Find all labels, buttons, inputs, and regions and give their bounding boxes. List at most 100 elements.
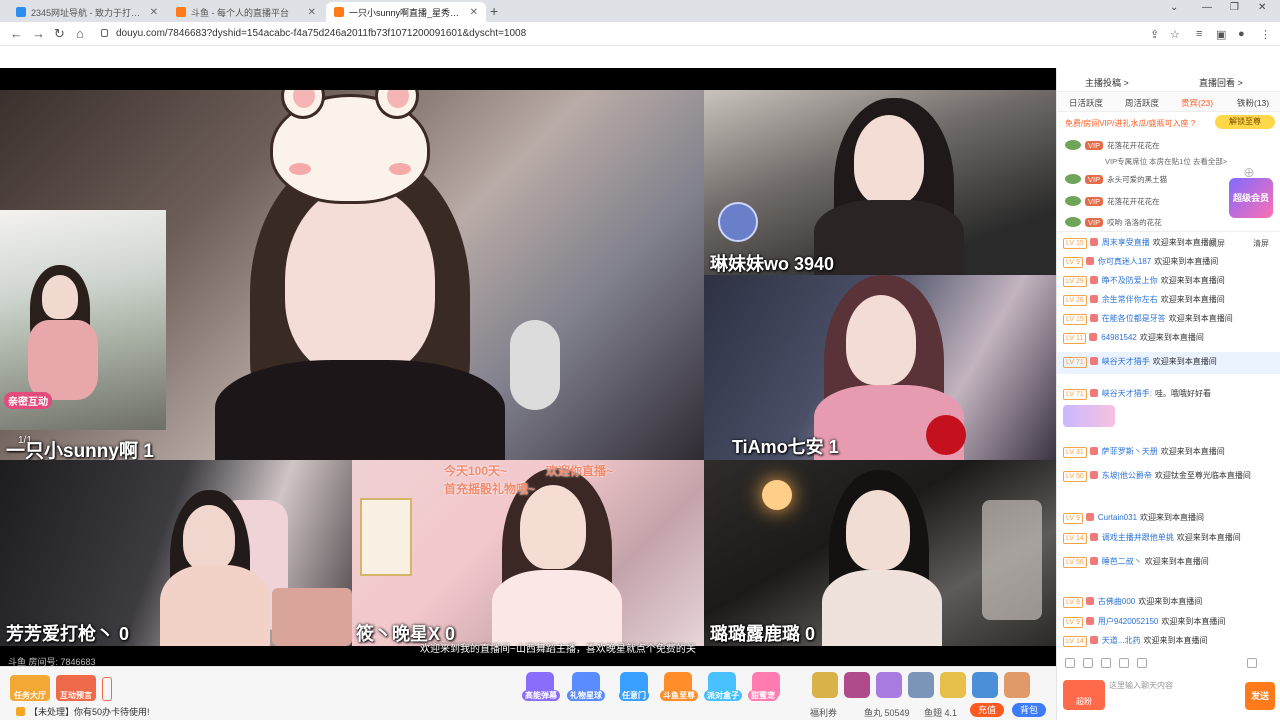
video-player[interactable]: 亲密互动 1/1 一只小sunny啊 1 琳妹妹wo 3940 TiAmo七安 …	[0, 68, 1056, 666]
welfare-voucher[interactable]: 福利券	[810, 706, 837, 719]
chat-message: LV 14 调戏主播并跟他单挑 欢迎来到本直播间	[1057, 528, 1280, 548]
panel-divider	[1057, 231, 1280, 232]
stream-tile-3[interactable]: TiAmo七安 1	[704, 275, 1056, 460]
chat-message: LV 9 Curtain031 欢迎来到本直播间	[1057, 508, 1280, 528]
fan-badge-icon	[1085, 513, 1094, 521]
emoji-icon[interactable]	[1065, 658, 1075, 668]
gift-item-1-icon[interactable]	[812, 672, 838, 698]
gift-item-3-icon[interactable]	[876, 672, 902, 698]
collapse-handle[interactable]	[102, 677, 112, 701]
stream-tile-5[interactable]: 今天100天~ 首充摇骰礼物哦~ 欢迎你直播~ 筱丶晚星X 0	[352, 460, 704, 646]
medal-icon	[1065, 140, 1081, 150]
fan-badge-icon	[1085, 597, 1094, 605]
forward-arrow-icon[interactable]: →	[32, 26, 45, 41]
rose-decoration	[926, 415, 966, 455]
expand-plus-icon[interactable]: ⊕	[1243, 164, 1255, 181]
task-hall-button[interactable]: 任务大厅	[10, 675, 50, 701]
share-icon[interactable]: ⇪	[1150, 28, 1159, 41]
gift-item-5-icon[interactable]	[940, 672, 966, 698]
fish-balls-balance: 鱼丸 50549	[864, 708, 910, 718]
reload-icon[interactable]: ↻	[54, 26, 65, 42]
vip-row[interactable]: VIP 花落花开花花在	[1065, 140, 1160, 154]
watermark-logo	[982, 500, 1042, 620]
vip-promo-graphic[interactable]: 超级会员	[1229, 178, 1273, 218]
gift-item-7-icon[interactable]	[1004, 672, 1030, 698]
medal-icon	[1065, 196, 1081, 206]
chat-message: LV 26 余生常伴你左右 欢迎来到本直播间	[1057, 290, 1280, 310]
streamer-name-1: 一只小sunny啊 1	[6, 441, 154, 460]
tab-iron-fans[interactable]: 铁粉(13)	[1237, 97, 1269, 109]
backpack-button[interactable]: 背包	[1012, 703, 1046, 717]
interactive-prediction-button[interactable]: 互动预言	[56, 675, 96, 701]
recharge-button[interactable]: 充值	[970, 703, 1004, 717]
gift-label-2: 礼物星球	[567, 690, 605, 701]
fullscreen-icon[interactable]	[1247, 658, 1257, 668]
chat-tools-row	[1057, 656, 1280, 672]
menu-dots-icon[interactable]: ⋮	[1260, 28, 1271, 41]
panel-top-links: 主播投稿 > 直播回看 >	[1057, 68, 1280, 92]
home-icon[interactable]: ⌂	[76, 26, 84, 41]
lock-screen-button[interactable]: 锁屏	[1209, 238, 1225, 249]
bookmark-star-icon[interactable]: ☆	[1170, 28, 1180, 41]
site-favicon-icon	[16, 7, 26, 17]
notice-text[interactable]: 【未处理】你有50办卡待使用!	[16, 705, 150, 718]
page-header-space	[0, 46, 1280, 68]
reading-list-icon[interactable]: ≡	[1196, 28, 1202, 40]
video-top-strip	[0, 68, 1056, 90]
fan-badge-icon	[1089, 314, 1098, 322]
gift-icon[interactable]	[1101, 658, 1111, 668]
tab-vip[interactable]: 贵宾(23)	[1181, 97, 1213, 109]
stream-tile-main[interactable]: 亲密互动 1/1 一只小sunny啊 1	[0, 90, 704, 460]
minimize-icon[interactable]: —	[1202, 2, 1212, 13]
chat-message: LV 29 睁不及防爱上你 欢迎来到本直播间	[1057, 271, 1280, 291]
fans-badge-button[interactable]: 超粉	[1063, 680, 1105, 710]
restore-icon[interactable]: ❐	[1230, 2, 1239, 13]
profile-avatar-icon[interactable]: ●	[1238, 28, 1245, 40]
browser-tab-stream[interactable]: 一只小sunny啊直播_星秀直播 ✕	[326, 2, 486, 22]
emoji-sticker	[1063, 405, 1115, 427]
gift-item-2-icon[interactable]	[844, 672, 870, 698]
chat-message: LV 31 萨菲罗斯丶天册 欢迎来到本直播间	[1057, 442, 1280, 462]
stream-tile-6[interactable]: 璐璐露鹿璐 0	[704, 460, 1056, 646]
vip-row[interactable]: VIP 永头可爱的黑土猫	[1065, 174, 1167, 188]
chat-input[interactable]: 这里输入聊天内容	[1109, 680, 1199, 691]
stream-tile-2[interactable]: 琳妹妹wo 3940	[704, 90, 1056, 275]
browser-tab-2345[interactable]: 2345网址导航 - 致力于打造百年品牌 ✕	[8, 2, 166, 22]
bunny-sticker	[270, 90, 430, 204]
fan-badge-icon	[1085, 257, 1094, 265]
tab-weekly-activity[interactable]: 周活跃度	[1125, 97, 1159, 109]
settings-icon[interactable]	[1137, 658, 1147, 668]
back-arrow-icon[interactable]: ←	[10, 26, 23, 41]
gift-item-6-icon[interactable]	[972, 672, 998, 698]
streamer-name-2: 琳妹妹wo 3940	[710, 254, 835, 274]
side-panel-icon[interactable]: ▣	[1216, 28, 1226, 41]
browser-tab-bar: 2345网址导航 - 致力于打造百年品牌 ✕ 斗鱼 - 每个人的直播平台 ✕ 一…	[0, 0, 1280, 22]
close-window-icon[interactable]: ✕	[1258, 2, 1266, 13]
streamer-name-4: 芳芳爱打枪丶 0	[6, 624, 130, 644]
chevron-down-icon[interactable]: ⌄	[1170, 2, 1178, 13]
vip-row[interactable]: VIP 花落花开花花在	[1065, 196, 1160, 210]
close-tab-icon[interactable]: ✕	[308, 7, 316, 18]
anchor-submit-link[interactable]: 主播投稿 >	[1085, 76, 1129, 89]
close-tab-icon[interactable]: ✕	[470, 7, 478, 18]
send-button[interactable]: 发送	[1245, 682, 1275, 710]
vip-row[interactable]: VIP 哎哟 洛洛的花花	[1065, 217, 1162, 231]
clear-screen-button[interactable]: 清屏	[1253, 238, 1269, 249]
danmaku-icon[interactable]	[1083, 658, 1093, 668]
url-field[interactable]: douyu.com/7846683?dyshid=154acabc-f4a75d…	[116, 28, 526, 39]
new-tab-button[interactable]: +	[490, 3, 498, 19]
close-tab-icon[interactable]: ✕	[150, 7, 158, 18]
douyu-favicon-icon	[176, 7, 186, 17]
gift-label-1: 高能弹幕	[522, 690, 560, 701]
tab-title: 一只小sunny啊直播_星秀直播	[349, 7, 464, 18]
gift-item-4-icon[interactable]	[908, 672, 934, 698]
lock-icon[interactable]	[101, 29, 108, 37]
browser-tab-douyu[interactable]: 斗鱼 - 每个人的直播平台 ✕	[168, 2, 324, 22]
stream-tile-4[interactable]: 芳芳爱打枪丶 0	[0, 460, 352, 646]
replay-link[interactable]: 直播回看 >	[1199, 76, 1243, 89]
unlock-supreme-button[interactable]: 解锁至尊	[1215, 115, 1275, 129]
vip-entry-note: 免费/房间VIP/进礼水瓜/盛瓶可入座 ?	[1065, 119, 1196, 128]
image-icon[interactable]	[1119, 658, 1129, 668]
interact-badge[interactable]: 亲密互动	[4, 392, 52, 409]
tab-daily-activity[interactable]: 日活跃度	[1069, 97, 1103, 109]
